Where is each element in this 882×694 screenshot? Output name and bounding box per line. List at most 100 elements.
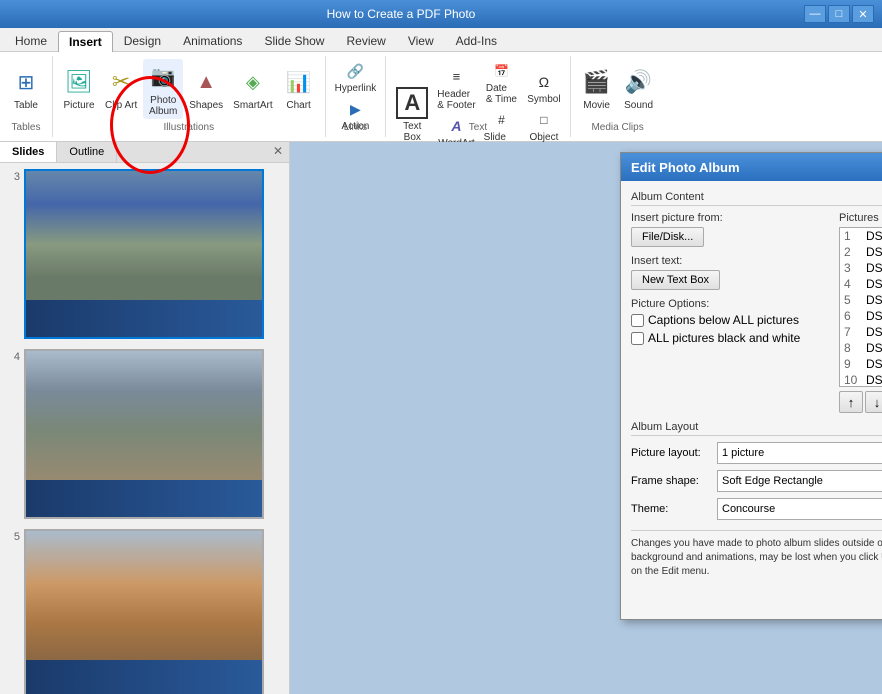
sound-icon: 🔊 xyxy=(623,66,655,98)
picture-layout-row: Picture layout: 1 picture 2 pictures 4 p… xyxy=(631,442,882,464)
slide-thumb-5[interactable] xyxy=(24,529,264,694)
sound-label: Sound xyxy=(624,100,653,111)
list-item[interactable]: 6DSC02424 xyxy=(840,308,882,324)
list-item[interactable]: 5DSC01797 xyxy=(840,292,882,308)
picture-layout-select-wrapper: 1 picture 2 pictures 4 pictures Fit to s… xyxy=(717,442,882,464)
tab-review[interactable]: Review xyxy=(335,30,396,51)
dialog-title: Edit Photo Album xyxy=(631,160,740,175)
panel-close-button[interactable]: ✕ xyxy=(267,142,289,162)
sound-button[interactable]: 🔊 Sound xyxy=(619,64,659,113)
list-item[interactable]: 7DSC02451 xyxy=(840,324,882,340)
slide-number-3: 3 xyxy=(6,169,20,183)
list-item[interactable]: 9DSC02612 xyxy=(840,356,882,372)
list-item[interactable]: 1DSC01524 xyxy=(840,228,882,244)
symbol-label: Symbol xyxy=(527,94,560,105)
frame-shape-select-wrapper: Soft Edge Rectangle Rectangle Rounded Re… xyxy=(717,470,882,492)
slide-thumb-3[interactable] xyxy=(24,169,264,339)
slide-item-5[interactable]: 5 xyxy=(4,527,285,694)
dialog-body: Album Content Insert picture from: File/… xyxy=(621,181,882,619)
list-item[interactable]: 2DSC01545 xyxy=(840,244,882,260)
album-content-header: Album Content xyxy=(631,191,882,206)
captions-checkbox[interactable] xyxy=(631,314,644,327)
clipart-label: Clip Art xyxy=(105,100,137,111)
slide-item-3[interactable]: 3 xyxy=(4,167,285,341)
smartart-button[interactable]: ◈ SmartArt xyxy=(229,64,276,113)
close-button[interactable]: ✕ xyxy=(852,5,874,23)
slide-item-4[interactable]: 4 xyxy=(4,347,285,521)
picture-button[interactable]: 🖼 Picture xyxy=(59,64,99,113)
outline-tab[interactable]: Outline xyxy=(57,142,117,162)
note-text: Changes you have made to photo album sli… xyxy=(631,530,882,579)
tab-animations[interactable]: Animations xyxy=(172,30,253,51)
insert-controls-col: Insert picture from: File/Disk... Insert… xyxy=(631,212,831,413)
table-button[interactable]: ⊞ Table xyxy=(6,64,46,113)
pictures-in-album-label: Pictures in album: xyxy=(839,212,882,224)
textbox-button[interactable]: A TextBox xyxy=(392,85,432,145)
blackwhite-checkbox[interactable] xyxy=(631,332,644,345)
picture-layout-label: Picture layout: xyxy=(631,447,711,459)
move-down-button[interactable]: ↓ xyxy=(865,391,882,413)
list-item[interactable]: 8DSC02580 xyxy=(840,340,882,356)
title-bar: How to Create a PDF Photo — □ ✕ xyxy=(0,0,882,28)
insert-text-label: Insert text: xyxy=(631,255,831,267)
slides-tab[interactable]: Slides xyxy=(0,142,57,162)
shapes-icon: ▲ xyxy=(190,66,222,98)
list-item[interactable]: 4DSC01673 xyxy=(840,276,882,292)
shapes-button[interactable]: ▲ Shapes xyxy=(185,64,227,113)
symbol-button[interactable]: Ω Symbol xyxy=(524,69,563,106)
tab-insert[interactable]: Insert xyxy=(58,31,113,52)
textbox-icon: A xyxy=(396,87,428,119)
slide-content-area: Edit Photo Album ? ✕ Album Content Inser… xyxy=(290,142,882,694)
ribbon-group-links: 🔗 Hyperlink ▶ Action Links xyxy=(326,56,387,137)
picture-layout-select[interactable]: 1 picture 2 pictures 4 pictures Fit to s… xyxy=(717,442,882,464)
hyperlink-button[interactable]: 🔗 Hyperlink xyxy=(332,58,380,95)
smartart-label: SmartArt xyxy=(233,100,272,111)
pictures-list[interactable]: 1DSC01524 2DSC01545 3DSC01658 4DSC01673 … xyxy=(839,227,882,387)
list-item[interactable]: 3DSC01658 xyxy=(840,260,882,276)
header-footer-icon: ≡ xyxy=(444,65,468,89)
photoalbum-button[interactable]: 📷 PhotoAlbum xyxy=(143,59,183,119)
header-footer-button[interactable]: ≡ Header& Footer xyxy=(434,64,478,112)
ribbon-group-tables: ⊞ Table Tables xyxy=(0,56,53,137)
clipart-button[interactable]: ✂ Clip Art xyxy=(101,64,141,113)
list-item[interactable]: 10DSC02650 xyxy=(840,372,882,387)
dialog-footer: Update Cancel xyxy=(631,587,882,609)
tab-view[interactable]: View xyxy=(397,30,445,51)
tab-slideshow[interactable]: Slide Show xyxy=(253,30,335,51)
movie-button[interactable]: 🎬 Movie xyxy=(577,64,617,113)
picture-label: Picture xyxy=(63,100,94,111)
maximize-button[interactable]: □ xyxy=(828,5,850,23)
captions-checkbox-row: Captions below ALL pictures xyxy=(631,313,831,327)
datetime-button[interactable]: 📅 Date& Time xyxy=(481,58,523,106)
album-content-section: Album Content Insert picture from: File/… xyxy=(631,191,882,413)
frame-shape-label: Frame shape: xyxy=(631,475,711,487)
hyperlink-icon: 🔗 xyxy=(343,59,367,83)
photoalbum-icon: 📷 xyxy=(147,61,179,93)
pictures-in-album-col: Pictures in album: 1DSC01524 2DSC01545 3… xyxy=(839,212,882,413)
tab-home[interactable]: Home xyxy=(4,30,58,51)
file-disk-button[interactable]: File/Disk... xyxy=(631,227,704,247)
datetime-icon: 📅 xyxy=(489,59,513,83)
tab-addins[interactable]: Add-Ins xyxy=(445,30,508,51)
blackwhite-label: ALL pictures black and white xyxy=(648,331,800,345)
move-up-button[interactable]: ↑ xyxy=(839,391,863,413)
action-icon: ▶ xyxy=(343,97,367,121)
new-text-box-button[interactable]: New Text Box xyxy=(631,270,720,290)
theme-input[interactable] xyxy=(717,498,882,520)
theme-label: Theme: xyxy=(631,503,711,515)
shapes-label: Shapes xyxy=(189,100,223,111)
illustrations-group-label: Illustrations xyxy=(53,122,325,133)
minimize-button[interactable]: — xyxy=(804,5,826,23)
text-group-label: Text xyxy=(386,122,569,133)
slide-thumb-4[interactable] xyxy=(24,349,264,519)
slide-number-4: 4 xyxy=(6,349,20,363)
ribbon-group-text: A TextBox ≡ Header& Footer A WordArt 📅 D… xyxy=(386,56,570,137)
tab-design[interactable]: Design xyxy=(113,30,172,51)
edit-photo-album-dialog: Edit Photo Album ? ✕ Album Content Inser… xyxy=(620,152,882,620)
slides-panel: Slides Outline ✕ 3 4 xyxy=(0,142,290,694)
chart-button[interactable]: 📊 Chart xyxy=(279,64,319,113)
dialog-title-bar: Edit Photo Album ? ✕ xyxy=(621,153,882,181)
blackwhite-checkbox-row: ALL pictures black and white xyxy=(631,331,831,345)
mediaclips-group-label: Media Clips xyxy=(571,122,665,133)
frame-shape-select[interactable]: Soft Edge Rectangle Rectangle Rounded Re… xyxy=(717,470,882,492)
